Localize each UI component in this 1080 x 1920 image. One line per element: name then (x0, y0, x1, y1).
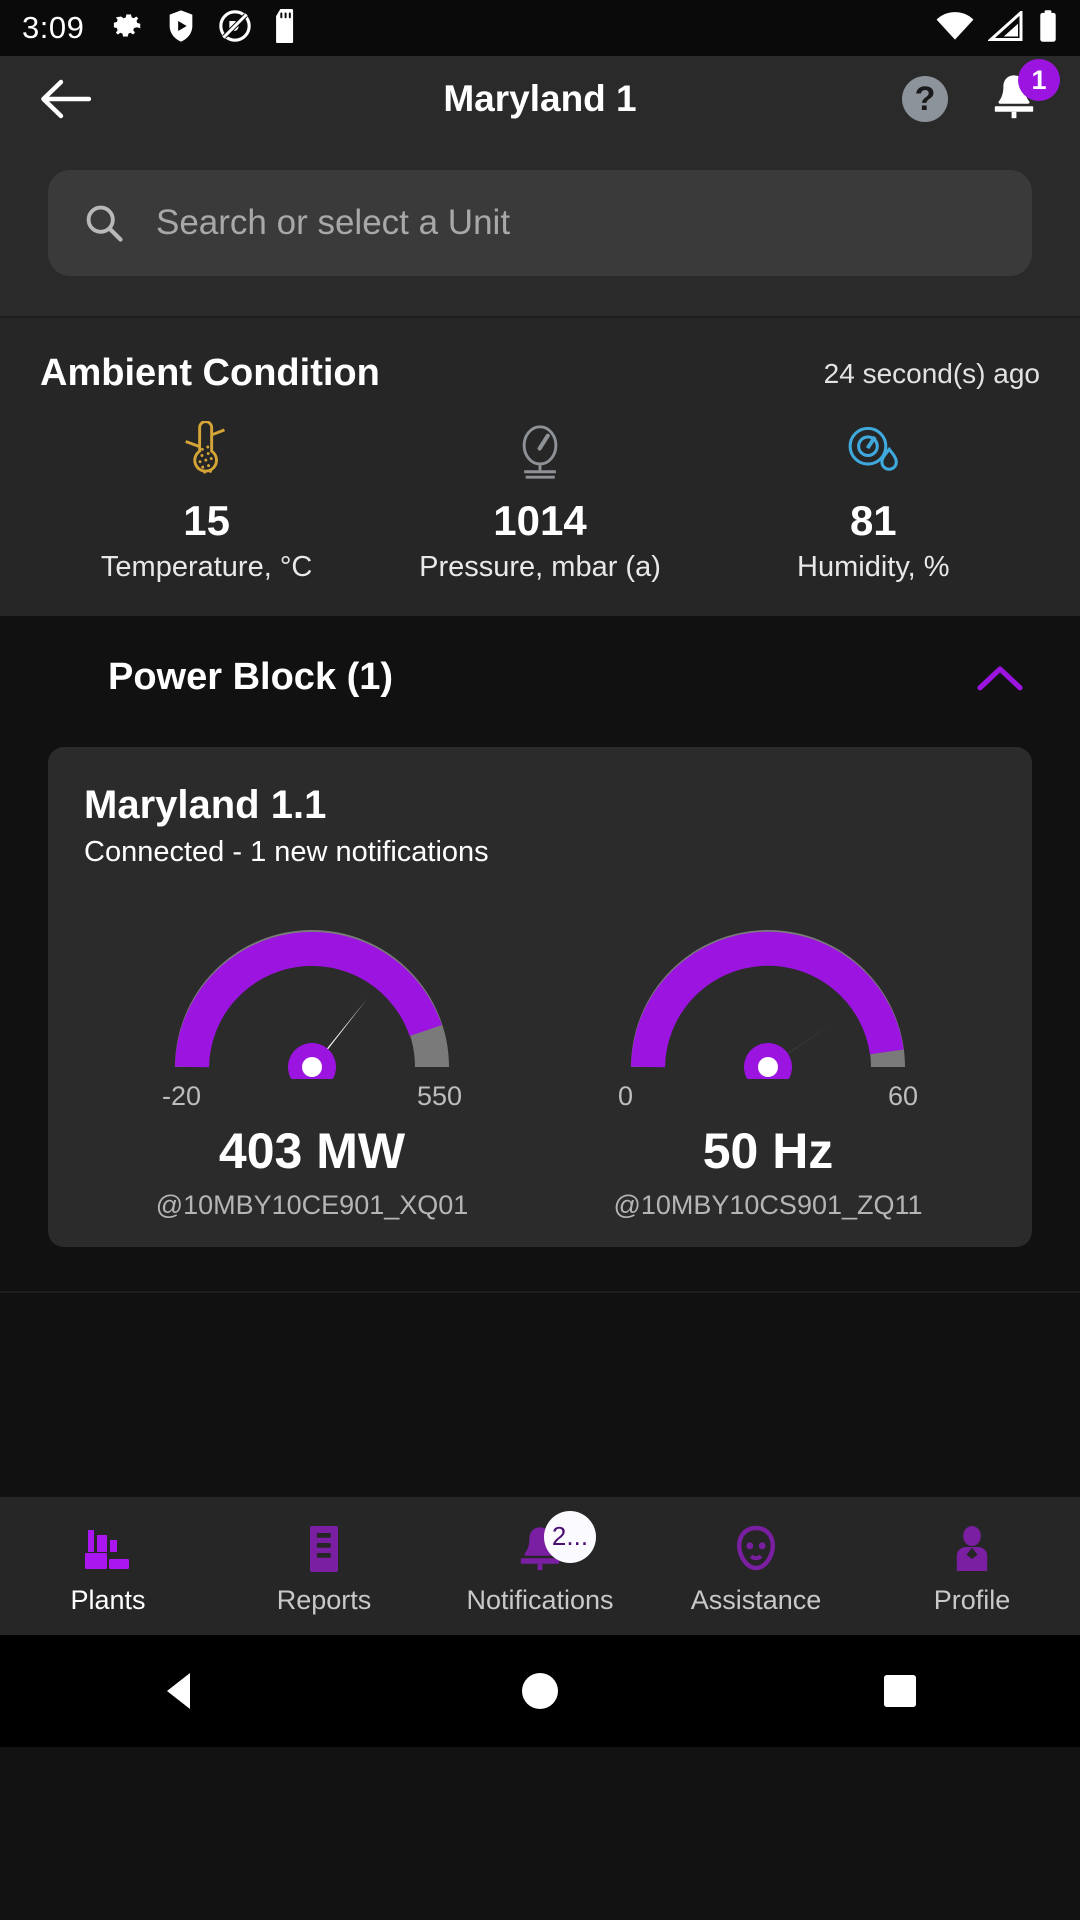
ambient-timestamp: 24 second(s) ago (823, 358, 1040, 389)
bell-icon: 2... (514, 1510, 596, 1575)
nav-item-notifications[interactable]: 2... Notifications (432, 1510, 648, 1616)
nav-label: Reports (276, 1584, 372, 1615)
square-recents-icon (884, 1675, 916, 1707)
unit-status: Connected - 1 new notifications (84, 836, 996, 869)
system-home-button[interactable] (360, 1669, 720, 1713)
app-bar: Maryland 1 ? 1 (0, 56, 1080, 142)
nav-badge: 2... (544, 1510, 596, 1563)
gauge-value: 403 MW (218, 1123, 406, 1179)
pressure-gauge-icon (507, 421, 573, 483)
reports-icon (299, 1517, 349, 1575)
nav-label: Plants (70, 1584, 146, 1615)
notifications-badge: 1 (1018, 59, 1060, 101)
power-block-header[interactable]: Power Block (1) (0, 656, 1080, 699)
nav-label: Notifications (466, 1584, 614, 1615)
nav-label: Assistance (690, 1584, 822, 1615)
ambient-title: Ambient Condition (40, 352, 380, 394)
metric-pressure: 1014 Pressure, mbar (a) (373, 421, 706, 584)
gauge-value: 50 Hz (702, 1123, 834, 1179)
notifications-bell-button[interactable]: 1 (988, 59, 1060, 127)
metric-value: 15 (183, 497, 231, 544)
gauge-min-label: -20 (162, 1081, 202, 1111)
cellular-signal-icon (987, 8, 1024, 46)
metric-value: 81 (849, 497, 897, 544)
battery-icon (1038, 9, 1058, 47)
gauge-tag: @10MBY10CS901_ZQ11 (613, 1190, 923, 1220)
system-recents-button[interactable] (720, 1671, 1080, 1711)
nav-item-assistance[interactable]: Assistance (648, 1517, 864, 1616)
shield-play-icon (166, 9, 196, 48)
unit-gauges: -20 550 403 MW @10MBY10CE901_XQ01 0 60 5… (84, 899, 996, 1221)
status-bar-clock: 3:09 (22, 10, 85, 45)
arrow-left-icon (41, 79, 91, 119)
sd-card-icon (274, 8, 298, 48)
gauge-frequency: 0 60 50 Hz @10MBY10CS901_ZQ11 (540, 899, 996, 1221)
gauge-dial (162, 899, 462, 1091)
factory-icon (80, 1517, 136, 1575)
chevron-up-icon[interactable] (976, 663, 1024, 693)
unit-name: Maryland 1.1 (84, 783, 327, 827)
bottom-navigation: Plants Reports 2... Notifications Assist… (0, 1497, 1080, 1635)
ambient-metrics: 15 Temperature, °C 1014 Pressure, mbar (… (40, 421, 1040, 584)
content-bottom-spacer (0, 1341, 1080, 1497)
metric-temperature: 15 Temperature, °C (40, 421, 373, 584)
humidity-icon (838, 421, 908, 483)
nav-item-reports[interactable]: Reports (216, 1517, 432, 1616)
gauge-range-labels: 0 60 (618, 1081, 918, 1112)
search-placeholder: Search or select a Unit (156, 203, 511, 242)
status-bar-right-icons (936, 8, 1058, 47)
gear-icon (110, 9, 144, 48)
metric-label: Pressure, mbar (a) (419, 551, 661, 583)
unit-status-separator: - (224, 836, 251, 868)
unit-status-notifications: 1 new notifications (250, 836, 489, 868)
unit-card-maryland-1-1[interactable]: Maryland 1.1 Connected - 1 new notificat… (48, 747, 1032, 1247)
gauge-dial (618, 899, 918, 1091)
ambient-condition-section: Ambient Condition 24 second(s) ago 15 Te… (0, 318, 1080, 616)
thermometer-icon (172, 421, 242, 483)
status-bar: 3:09 (0, 0, 1080, 56)
gauge-tag: @10MBY10CE901_XQ01 (155, 1190, 469, 1220)
nav-item-plants[interactable]: Plants (0, 1517, 216, 1616)
assistance-face-icon (730, 1517, 782, 1575)
gauge-range-labels: -20 550 (162, 1081, 462, 1112)
search-input[interactable]: Search or select a Unit (48, 170, 1032, 276)
nav-item-profile[interactable]: Profile (864, 1517, 1080, 1616)
metric-value: 1014 (493, 497, 587, 544)
triangle-back-icon (167, 1673, 190, 1709)
gauge-max-label: 60 (887, 1081, 918, 1111)
system-navigation-bar (0, 1635, 1080, 1747)
search-icon (86, 205, 123, 242)
ambient-header: Ambient Condition 24 second(s) ago (40, 352, 1040, 395)
circle-home-icon (522, 1673, 558, 1709)
metric-humidity: 81 Humidity, % (707, 421, 1040, 584)
profile-icon (947, 1517, 997, 1575)
power-block-section: Power Block (1) Maryland 1.1 Connected -… (0, 616, 1080, 1341)
power-block-title: Power Block (1) (108, 656, 394, 698)
metric-label: Temperature, °C (100, 551, 313, 583)
gauge-min-label: 0 (618, 1081, 634, 1111)
back-button[interactable] (36, 70, 94, 128)
app-bar-actions: ? 1 (902, 59, 1060, 127)
gauge-power: -20 550 403 MW @10MBY10CE901_XQ01 (84, 899, 540, 1221)
help-icon[interactable]: ? (902, 76, 948, 122)
do-not-disturb-icon (218, 9, 252, 48)
metric-label: Humidity, % (797, 551, 950, 583)
search-section: Search or select a Unit (0, 142, 1080, 316)
nav-label: Profile (933, 1584, 1011, 1615)
wifi-icon (936, 11, 974, 46)
divider-content-bottom (0, 1291, 1080, 1293)
unit-status-state: Connected (84, 836, 225, 868)
status-bar-left-icons (110, 8, 298, 48)
system-back-button[interactable] (0, 1669, 360, 1713)
gauge-max-label: 550 (416, 1081, 462, 1111)
app-screen: 3:09 Maryland 1 ? 1 Search or select a U… (0, 0, 1080, 1920)
